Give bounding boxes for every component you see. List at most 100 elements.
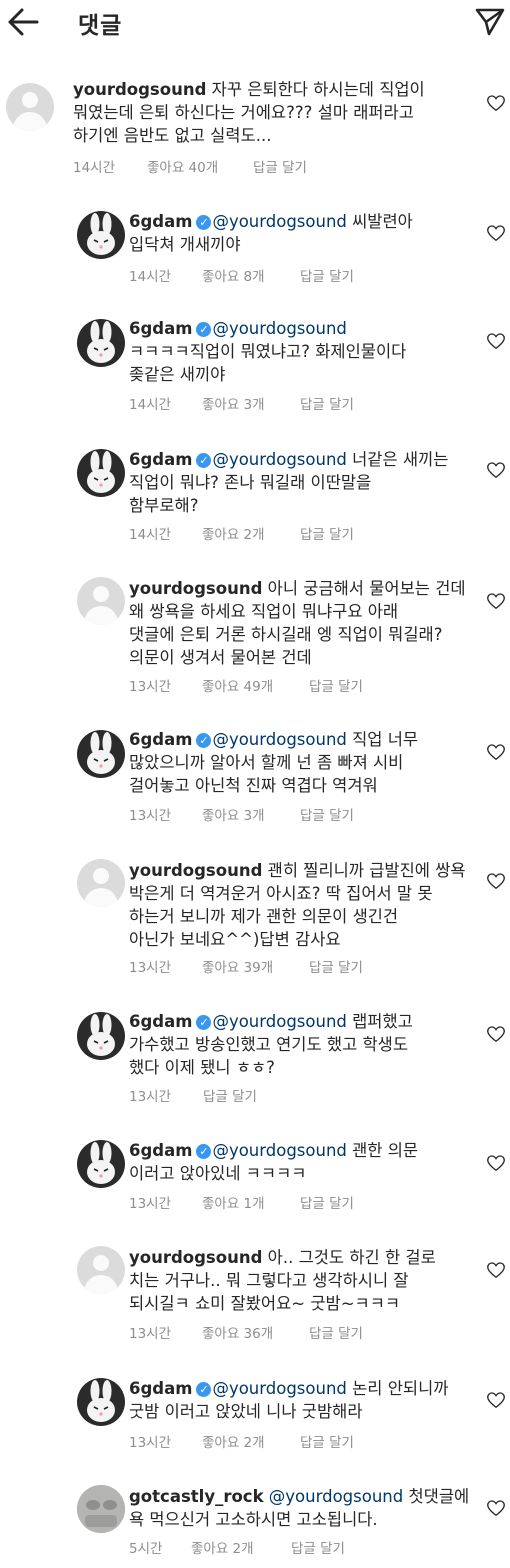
comment-line: 치는 거구나.. 뭐 그렇다고 생각하시니 잘 xyxy=(129,1271,409,1290)
reply-button[interactable]: 답글 달기 xyxy=(291,1537,345,1557)
comment-line: 랩퍼했고 xyxy=(352,1012,413,1031)
default-avatar[interactable] xyxy=(77,1246,125,1294)
username[interactable]: 6gdam xyxy=(129,1012,192,1031)
reply-button[interactable]: 답글 달기 xyxy=(309,956,363,976)
comment-line: 댓글에 은퇴 거론 하시길래 엥 직업이 뭐길래? xyxy=(129,625,443,644)
page-title: 댓글 xyxy=(78,13,123,39)
comment-line: 욕 먹으신거 고소하시면 고소됩니다. xyxy=(129,1510,378,1529)
like-count[interactable]: 좋아요 36개 xyxy=(202,1322,309,1342)
comment-meta: 13시간 좋아요 1개 답글 달기 xyxy=(129,1192,354,1212)
comment-text: yourdogsound 괜히 찔리니까 급발진에 쌍욕 박은게 더 역겨운거 … xyxy=(129,859,466,951)
mention-link[interactable]: @yourdogsound xyxy=(212,1141,346,1160)
reply-button[interactable]: 답글 달기 xyxy=(300,804,354,824)
comment-text: 6gdam ✓ @yourdogsound 괜한 의문 이러고 앉아있네 ㅋㅋㅋㅋ xyxy=(129,1139,418,1185)
comment-meta: 14시간 좋아요 2개 답글 달기 xyxy=(129,523,354,543)
like-count[interactable]: 좋아요 2개 xyxy=(202,523,300,543)
comment-line: ㅋㅋㅋㅋ직업이 뭐였냐고? 화제인물이다 xyxy=(129,342,407,361)
bunny-avatar[interactable] xyxy=(77,449,125,497)
like-count[interactable]: 좋아요 3개 xyxy=(202,804,300,824)
comment-line: 논리 안되니까 xyxy=(352,1379,449,1398)
photo-avatar[interactable] xyxy=(77,1485,125,1533)
mention-link[interactable]: @yourdogsound xyxy=(212,1379,346,1398)
like-count[interactable]: 좋아요 2개 xyxy=(202,1431,300,1451)
default-avatar[interactable] xyxy=(77,859,125,907)
comment-line: 박은게 더 역겨운거 아시죠? 딱 집어서 말 못 xyxy=(129,884,433,903)
mention-link[interactable]: @yourdogsound xyxy=(212,450,346,469)
heart-icon[interactable] xyxy=(487,95,505,112)
like-count[interactable]: 좋아요 8개 xyxy=(202,265,300,285)
username[interactable]: 6gdam xyxy=(129,1141,192,1160)
like-count[interactable]: 좋아요 39개 xyxy=(202,956,309,976)
reply-button[interactable]: 답글 달기 xyxy=(300,523,354,543)
heart-icon[interactable] xyxy=(487,1262,505,1279)
bunny-avatar[interactable] xyxy=(77,1140,125,1188)
reply-button[interactable]: 답글 달기 xyxy=(253,156,307,176)
username[interactable]: yourdogsound xyxy=(129,1248,262,1267)
comment-meta: 5시간 좋아요 2개 답글 달기 xyxy=(129,1537,345,1557)
heart-icon[interactable] xyxy=(487,225,505,242)
comment-time: 13시간 xyxy=(129,960,172,976)
heart-icon[interactable] xyxy=(487,593,505,610)
mention-link[interactable]: @yourdogsound xyxy=(212,319,346,338)
reply-button[interactable]: 답글 달기 xyxy=(203,1085,257,1105)
comment-line: 가수했고 방송인했고 연기도 했고 학생도 xyxy=(129,1035,409,1054)
mention-link[interactable]: @yourdogsound xyxy=(212,212,346,231)
comment-item: 6gdam ✓ @yourdogsound 직업 너무 많았으니까 알아서 할께 넌… xyxy=(0,728,510,824)
username[interactable]: yourdogsound xyxy=(129,579,262,598)
comment-meta: 13시간 답글 달기 xyxy=(129,1085,257,1105)
paper-plane-icon[interactable] xyxy=(474,7,506,37)
like-count[interactable]: 좋아요 2개 xyxy=(191,1537,291,1557)
username[interactable]: gotcastly_rock xyxy=(129,1487,264,1506)
like-count[interactable]: 좋아요 1개 xyxy=(202,1192,300,1212)
bunny-avatar[interactable] xyxy=(77,319,125,367)
comment-line: 하는거 보니까 제가 괜한 의문이 생긴건 xyxy=(129,907,399,926)
comment-time: 13시간 xyxy=(129,1435,172,1451)
like-count[interactable]: 좋아요 40개 xyxy=(147,156,253,176)
mention-link[interactable]: @yourdogsound xyxy=(212,730,346,749)
reply-button[interactable]: 답글 달기 xyxy=(300,1431,354,1451)
bunny-avatar[interactable] xyxy=(77,1378,125,1426)
comment-time: 13시간 xyxy=(129,1326,172,1342)
reply-button[interactable]: 답글 달기 xyxy=(300,1192,354,1212)
comment-line: 뭐였는데 은퇴 하신다는 거에요??? 설마 래퍼라고 xyxy=(73,103,414,122)
username[interactable]: yourdogsound xyxy=(73,80,206,99)
username[interactable]: 6gdam xyxy=(129,450,192,469)
reply-button[interactable]: 답글 달기 xyxy=(300,393,354,413)
comment-line: 씨발련아 xyxy=(352,212,413,231)
comment-line: 아.. 그것도 하긴 한 걸로 xyxy=(267,1248,436,1267)
comment-line: 좆같은 새끼야 xyxy=(129,365,226,384)
heart-icon[interactable] xyxy=(487,462,505,479)
heart-icon[interactable] xyxy=(487,744,505,761)
comment-item: 6gdam ✓ @yourdogsound 괜한 의문 이러고 앉아있네 ㅋㅋㅋㅋ … xyxy=(0,1139,510,1213)
default-avatar[interactable] xyxy=(6,83,54,131)
bunny-avatar[interactable] xyxy=(77,730,125,778)
reply-button[interactable]: 답글 달기 xyxy=(309,1322,363,1342)
like-count[interactable]: 좋아요 49개 xyxy=(202,675,309,695)
bunny-avatar[interactable] xyxy=(77,1012,125,1060)
heart-icon[interactable] xyxy=(487,333,505,350)
comment-meta: 13시간 좋아요 49개 답글 달기 xyxy=(129,675,363,695)
username[interactable]: 6gdam xyxy=(129,319,192,338)
comment-item: 6gdam ✓ @yourdogsound ㅋㅋㅋㅋ직업이 뭐였냐고? 화제인물이다… xyxy=(0,316,510,413)
verified-badge-icon: ✓ xyxy=(196,322,212,337)
comment-time: 14시간 xyxy=(73,160,116,176)
username[interactable]: 6gdam xyxy=(129,730,192,749)
heart-icon[interactable] xyxy=(487,1500,505,1517)
heart-icon[interactable] xyxy=(487,1392,505,1409)
reply-button[interactable]: 답글 달기 xyxy=(309,675,363,695)
bunny-avatar[interactable] xyxy=(77,211,125,259)
like-count[interactable]: 좋아요 3개 xyxy=(202,393,300,413)
username[interactable]: yourdogsound xyxy=(129,861,262,880)
heart-icon[interactable] xyxy=(487,1155,505,1172)
comment-line: 괜한 의문 xyxy=(352,1141,419,1160)
app-header: 댓글 xyxy=(0,0,510,46)
default-avatar[interactable] xyxy=(77,577,125,625)
heart-icon[interactable] xyxy=(487,1026,505,1043)
reply-button[interactable]: 답글 달기 xyxy=(300,265,354,285)
heart-icon[interactable] xyxy=(487,873,505,890)
username[interactable]: 6gdam xyxy=(129,212,192,231)
arrow-left-icon[interactable] xyxy=(6,7,40,37)
mention-link[interactable]: @yourdogsound xyxy=(269,1487,403,1506)
username[interactable]: 6gdam xyxy=(129,1379,192,1398)
mention-link[interactable]: @yourdogsound xyxy=(212,1012,346,1031)
